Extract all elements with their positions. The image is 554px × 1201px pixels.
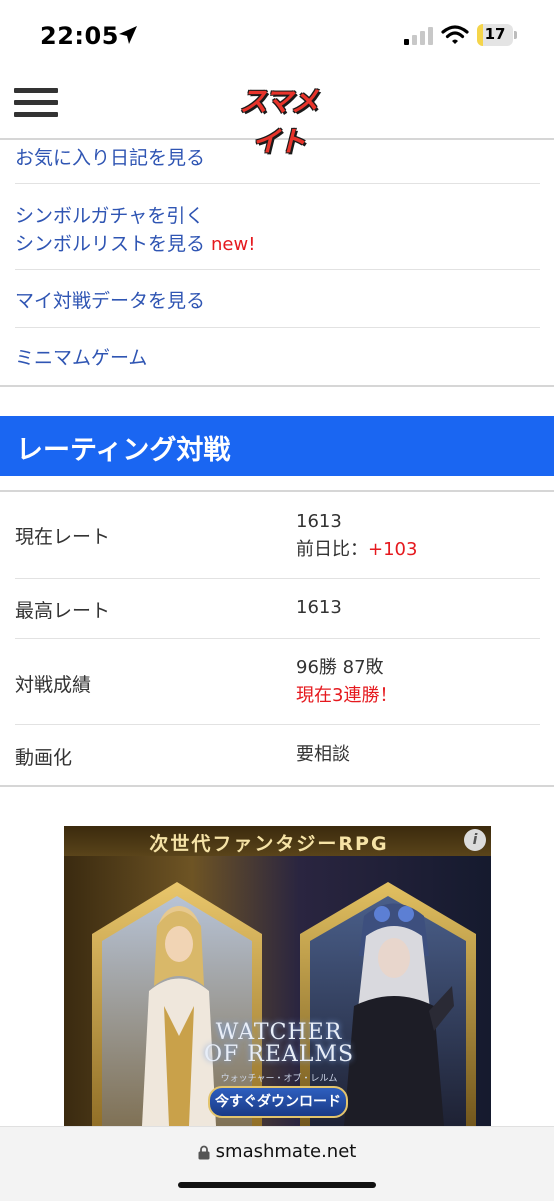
current-rate-value: 1613 [296, 511, 342, 532]
rating-table: 現在レート 1613 前日比：+103 最高レート 1613 対戦成績 96勝 … [0, 490, 554, 787]
status-time: 22:05 [40, 22, 119, 50]
ad-game-logo: WATCHER OF REALMS [204, 1022, 354, 1066]
menu-item-symbol: シンボルガチャを引く シンボルリストを見る new! [15, 183, 540, 270]
battery-icon: 17 [477, 24, 513, 46]
location-arrow-icon [119, 26, 137, 44]
rate-change-prefix: 前日比： [296, 539, 368, 560]
menu-item-favorite-diary: お気に入り日記を見る [15, 140, 540, 184]
battery-level: 17 [484, 25, 506, 43]
minimum-game-link[interactable]: ミニマムゲーム [15, 343, 147, 370]
browser-address-bar[interactable]: smashmate.net [0, 1126, 554, 1201]
hamburger-menu-icon[interactable] [14, 86, 58, 120]
table-row: 対戦成績 96勝 87敗 現在3連勝！ [15, 638, 540, 725]
battery-nub [514, 31, 517, 39]
rate-change-value: +103 [368, 539, 418, 560]
video-value: 要相談 [296, 744, 350, 765]
ad-banner[interactable]: 次世代ファンタジーRPG i WATCHER OF REALMS ウォッチャー・… [64, 826, 491, 1126]
max-rate-value: 1613 [296, 597, 342, 618]
ad-logo-subtitle: ウォッチャー・オブ・レルム [220, 1074, 338, 1084]
battle-record-value-cell: 96勝 87敗 現在3連勝！ [296, 654, 397, 710]
battle-record-value: 96勝 87敗 [296, 657, 384, 678]
rating-section-header: レーティング対戦 [0, 416, 554, 476]
table-row: 最高レート 1613 [15, 578, 540, 639]
battle-record-label: 対戦成績 [15, 674, 92, 696]
divider [0, 385, 554, 387]
my-battle-data-link[interactable]: マイ対戦データを見る [15, 286, 205, 313]
rate-change-row: 前日比：+103 [296, 536, 417, 564]
section-title: レーティング対戦 [16, 435, 231, 466]
site-header: スマメイト [0, 72, 554, 158]
wifi-icon [441, 25, 469, 44]
table-row: 動画化 要相談 [15, 724, 540, 783]
menu-item-minimum-game: ミニマムゲーム [15, 327, 540, 385]
ad-download-button[interactable]: 今すぐダウンロード [208, 1086, 348, 1118]
url-text: smashmate.net [215, 1141, 357, 1162]
info-icon[interactable]: i [464, 829, 486, 851]
current-rate-label: 現在レート [15, 526, 111, 548]
ad-headline: 次世代ファンタジーRPG [149, 833, 389, 855]
win-streak: 現在3連勝！ [296, 685, 398, 706]
url-row[interactable]: smashmate.net [0, 1141, 554, 1162]
menu-item-battle-data: マイ対戦データを見る [15, 269, 540, 328]
table-row: 現在レート 1613 前日比：+103 [15, 492, 540, 579]
status-bar: 22:05 17 [0, 0, 554, 72]
home-indicator[interactable] [178, 1182, 376, 1188]
lock-icon [198, 1145, 210, 1159]
current-rate-value-cell: 1613 前日比：+103 [296, 508, 417, 564]
video-label: 動画化 [15, 747, 73, 769]
symbol-list-row: シンボルリストを見る new! [15, 229, 255, 256]
ad-character-right [344, 903, 454, 1126]
site-logo[interactable]: スマメイト [230, 78, 326, 158]
cellular-signal-icon [404, 27, 433, 45]
ad-logo-line2: OF REALMS [204, 1042, 355, 1067]
symbol-gacha-link[interactable]: シンボルガチャを引く [15, 201, 204, 228]
new-badge: new! [211, 234, 256, 255]
ad-logo-line1: WATCHER [215, 1020, 343, 1045]
symbol-list-link[interactable]: シンボルリストを見る [15, 233, 205, 255]
favorite-diary-link[interactable]: お気に入り日記を見る [15, 143, 205, 170]
max-rate-label: 最高レート [15, 600, 111, 622]
